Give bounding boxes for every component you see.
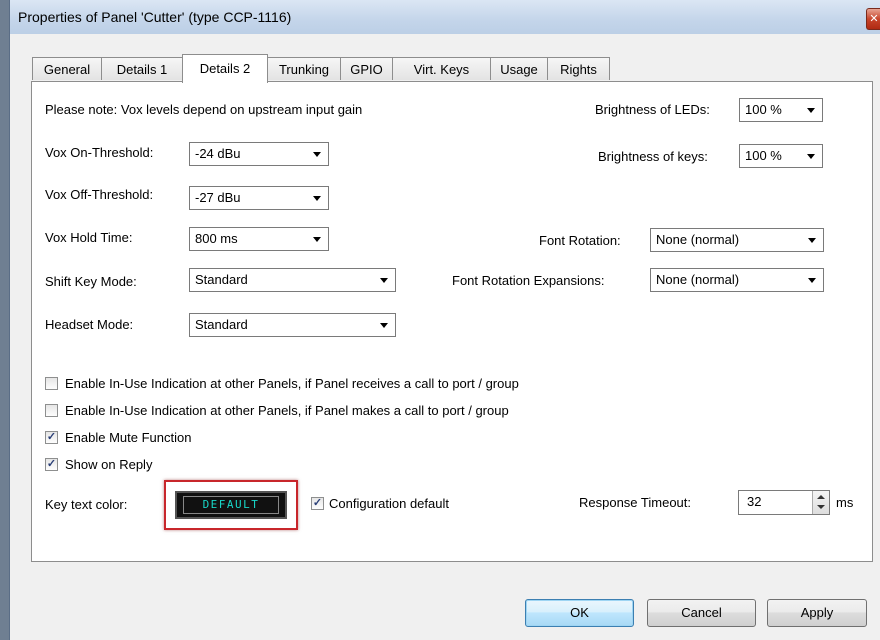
font-rotation-expansions-select[interactable]: None (normal) xyxy=(650,268,824,292)
spin-up-icon[interactable] xyxy=(817,495,825,499)
check-mark-icon: ✓ xyxy=(46,458,57,470)
check-mark-icon: ✓ xyxy=(46,431,57,443)
tab-virt-keys[interactable]: Virt. Keys xyxy=(392,57,491,80)
in-use-receives-label[interactable]: Enable In-Use Indication at other Panels… xyxy=(65,375,519,393)
response-timeout-unit: ms xyxy=(836,495,854,510)
shift-key-label: Shift Key Mode: xyxy=(45,274,137,289)
vox-on-value: -24 dBu xyxy=(195,146,241,161)
led-brightness-select[interactable]: 100 % xyxy=(739,98,823,122)
tab-details-1[interactable]: Details 1 xyxy=(101,57,183,80)
cancel-button[interactable]: Cancel xyxy=(647,599,756,627)
config-default-label[interactable]: Configuration default xyxy=(329,495,449,513)
window-title: Properties of Panel 'Cutter' (type CCP-1… xyxy=(18,9,292,25)
font-rotation-select[interactable]: None (normal) xyxy=(650,228,824,252)
tab-rights[interactable]: Rights xyxy=(547,57,610,80)
vox-off-label: Vox Off-Threshold: xyxy=(45,187,154,202)
config-default-checkbox[interactable]: ✓ xyxy=(311,497,324,510)
mute-function-checkbox[interactable]: ✓ xyxy=(45,431,58,444)
key-brightness-value: 100 % xyxy=(745,148,782,163)
in-use-makes-checkbox[interactable] xyxy=(45,404,58,417)
chevron-down-icon xyxy=(380,278,388,283)
close-button[interactable]: ✕ xyxy=(866,8,880,30)
vox-on-threshold-select[interactable]: -24 dBu xyxy=(189,142,329,166)
vox-off-value: -27 dBu xyxy=(195,190,241,205)
shift-key-value: Standard xyxy=(195,272,248,287)
vox-hold-value: 800 ms xyxy=(195,231,238,246)
chevron-down-icon xyxy=(313,237,321,242)
key-brightness-select[interactable]: 100 % xyxy=(739,144,823,168)
headset-mode-select[interactable]: Standard xyxy=(189,313,396,337)
ok-button[interactable]: OK xyxy=(525,599,634,627)
tab-general[interactable]: General xyxy=(32,57,102,80)
led-brightness-label: Brightness of LEDs: xyxy=(595,102,710,117)
headset-label: Headset Mode: xyxy=(45,317,134,332)
shift-key-mode-select[interactable]: Standard xyxy=(189,268,396,292)
led-brightness-value: 100 % xyxy=(745,102,782,117)
chevron-down-icon xyxy=(313,196,321,201)
font-rotation-value: None (normal) xyxy=(656,232,740,247)
font-rotation-label: Font Rotation: xyxy=(539,233,621,248)
chevron-down-icon xyxy=(313,152,321,157)
mute-function-label[interactable]: Enable Mute Function xyxy=(65,429,191,447)
key-brightness-label: Brightness of keys: xyxy=(598,149,708,164)
response-timeout-label: Response Timeout: xyxy=(579,495,692,510)
font-rotation-exp-value: None (normal) xyxy=(656,272,740,287)
check-mark-icon: ✓ xyxy=(312,497,323,509)
vox-hold-time-select[interactable]: 800 ms xyxy=(189,227,329,251)
chevron-down-icon xyxy=(380,323,388,328)
spin-down-icon[interactable] xyxy=(817,505,825,509)
show-on-reply-checkbox[interactable]: ✓ xyxy=(45,458,58,471)
spinner-buttons[interactable] xyxy=(812,491,829,514)
show-on-reply-label[interactable]: Show on Reply xyxy=(65,456,152,474)
in-use-makes-label[interactable]: Enable In-Use Indication at other Panels… xyxy=(65,402,509,420)
apply-button[interactable]: Apply xyxy=(767,599,867,627)
vox-off-threshold-select[interactable]: -27 dBu xyxy=(189,186,329,210)
tab-usage[interactable]: Usage xyxy=(490,57,548,80)
tab-details-2[interactable]: Details 2 xyxy=(182,54,268,83)
chevron-down-icon xyxy=(807,108,815,113)
response-timeout-spinner[interactable]: 32 xyxy=(738,490,830,515)
key-text-color-button[interactable]: DEFAULT xyxy=(175,491,287,519)
key-text-color-label: Key text color: xyxy=(45,497,128,512)
key-text-color-preview: DEFAULT xyxy=(183,496,279,514)
tab-trunking[interactable]: Trunking xyxy=(267,57,341,80)
vox-on-label: Vox On-Threshold: xyxy=(45,145,154,160)
in-use-receives-checkbox[interactable] xyxy=(45,377,58,390)
properties-dialog: Properties of Panel 'Cutter' (type CCP-1… xyxy=(9,0,880,640)
response-timeout-value[interactable]: 32 xyxy=(747,494,761,509)
title-bar[interactable]: Properties of Panel 'Cutter' (type CCP-1… xyxy=(10,0,880,34)
headset-value: Standard xyxy=(195,317,248,332)
chevron-down-icon xyxy=(807,154,815,159)
vox-hold-label: Vox Hold Time: xyxy=(45,230,133,245)
chevron-down-icon xyxy=(808,238,816,243)
vox-gain-note: Please note: Vox levels depend on upstre… xyxy=(45,102,363,117)
tab-gpio[interactable]: GPIO xyxy=(340,57,393,80)
font-rotation-exp-label: Font Rotation Expansions: xyxy=(452,273,605,288)
chevron-down-icon xyxy=(808,278,816,283)
